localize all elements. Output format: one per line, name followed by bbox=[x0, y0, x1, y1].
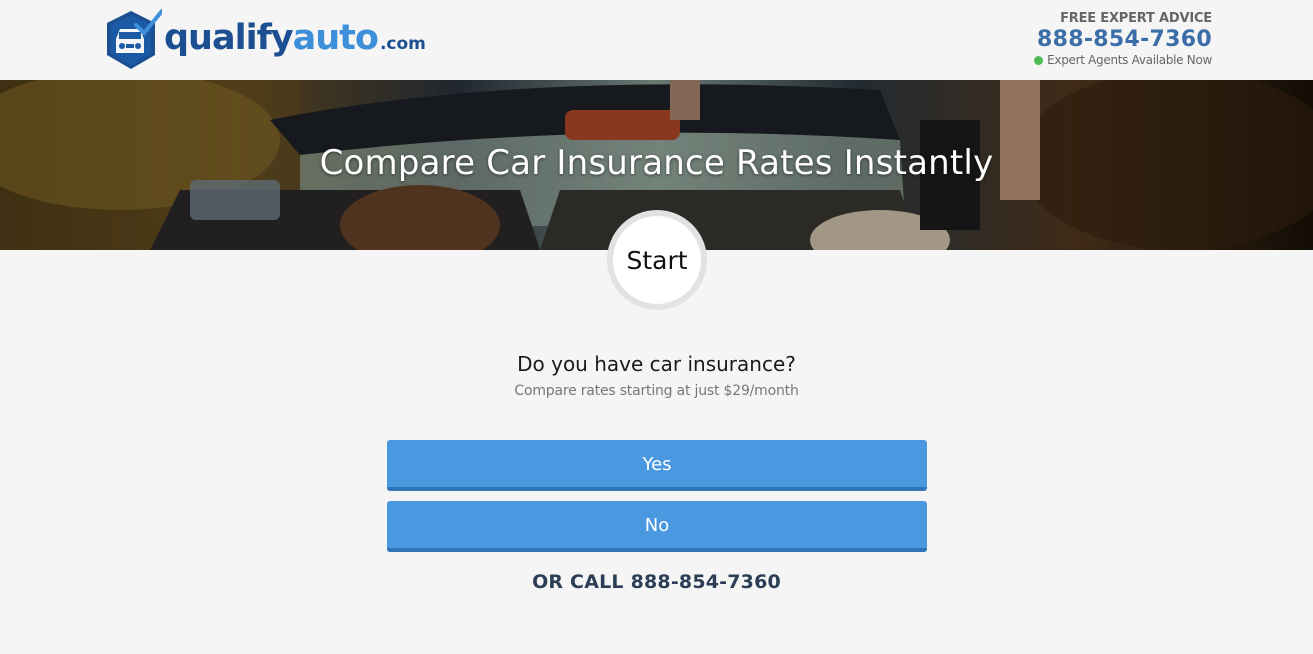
header-contact: FREE EXPERT ADVICE 888-854-7360 Expert A… bbox=[1034, 11, 1212, 67]
contact-label: FREE EXPERT ADVICE bbox=[1060, 11, 1212, 26]
logo-wordmark: qualify auto .com bbox=[164, 18, 426, 58]
step-indicator: Start bbox=[607, 210, 707, 310]
no-button[interactable]: No bbox=[387, 501, 927, 552]
site-header: qualify auto .com FREE EXPERT ADVICE 888… bbox=[0, 0, 1313, 80]
question-subtext: Compare rates starting at just $29/month bbox=[514, 383, 799, 399]
agent-status-text: Expert Agents Available Now bbox=[1047, 53, 1212, 67]
logo-text-auto: auto bbox=[292, 18, 379, 58]
hero-title: Compare Car Insurance Rates Instantly bbox=[319, 143, 994, 183]
logo-text-com: .com bbox=[379, 34, 426, 54]
car-shield-logo-icon bbox=[100, 9, 164, 71]
online-dot-icon bbox=[1034, 55, 1044, 65]
yes-button[interactable]: Yes bbox=[387, 440, 927, 491]
logo-text-qualify: qualify bbox=[164, 18, 294, 58]
call-cta: OR CALL 888-854-7360 bbox=[0, 571, 1313, 593]
step-label: Start bbox=[626, 245, 688, 275]
agent-status: Expert Agents Available Now bbox=[1034, 53, 1212, 67]
question-heading: Do you have car insurance? bbox=[517, 352, 796, 376]
call-prefix: OR CALL bbox=[532, 571, 624, 593]
header-phone-link[interactable]: 888-854-7360 bbox=[1034, 26, 1212, 53]
qualifyauto-logo[interactable]: qualify auto .com bbox=[100, 8, 426, 72]
call-phone-link[interactable]: 888-854-7360 bbox=[631, 571, 781, 593]
